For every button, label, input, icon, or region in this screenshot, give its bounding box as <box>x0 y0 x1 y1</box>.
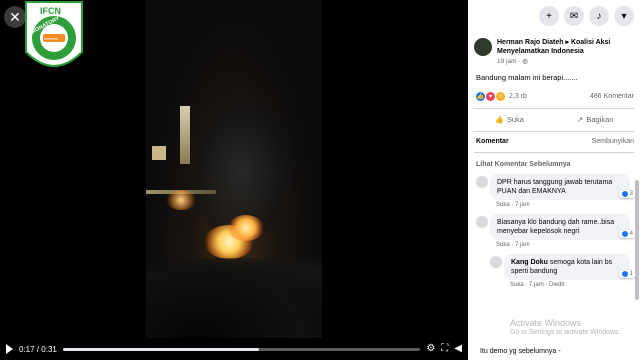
fullscreen-icon[interactable]: ⛶ <box>441 344 448 354</box>
share-label: Bagikan <box>586 115 614 124</box>
comments-header: Komentar Sembunyikan <box>468 132 640 145</box>
chevron-down-icon: ▾ <box>621 10 627 22</box>
ifcn-signatory-seal: IFCN SIGNATORY turnback <box>25 1 83 67</box>
messenger-icon: ✉ <box>569 10 579 22</box>
settings-icon[interactable]: ⚙ <box>426 344 435 354</box>
post-actions: 👍 Suka ↗ Bagikan <box>468 109 640 124</box>
comment-like-link[interactable]: Suka <box>510 282 524 288</box>
duration: 0:31 <box>41 344 57 354</box>
love-reaction-icon: ♥ <box>486 92 495 101</box>
svg-text:IFCN: IFCN <box>40 6 61 16</box>
arrow-icon: ▸ <box>565 39 569 46</box>
video-area[interactable]: ✕ IFCN SIGNATORY turnback 0:17 / 0:31 ⚙ … <box>0 0 468 360</box>
tree-silhouettes <box>146 258 322 338</box>
like-reaction-icon <box>621 231 628 237</box>
messenger-button[interactable]: ✉ <box>564 6 584 26</box>
author-avatar[interactable] <box>474 38 492 56</box>
top-bar: + ✉ ♪ ▾ <box>468 0 640 32</box>
activate-windows-title: Activate Windows <box>510 318 582 328</box>
fire-glow <box>166 190 196 210</box>
current-time: 0:17 <box>19 344 35 354</box>
comment-actions: Suka · 7 jam · Diedit <box>510 282 565 288</box>
comment-text: Biasanya klo bandung dah rame..bisa meny… <box>497 219 615 235</box>
comment-count[interactable]: 486 Komentar <box>590 93 634 100</box>
comment-bubble: DPR harus tanggung jawab terutama PUAN d… <box>490 174 630 200</box>
like-label: Suka <box>506 115 524 124</box>
last-comment-preview: Itu demo yg sebelumnya - <box>480 348 561 355</box>
comments-title: Komentar <box>476 138 509 145</box>
post-meta: 19 jam · ◍ <box>497 58 528 65</box>
progress-fill <box>62 347 259 351</box>
comment-bubble: Biasanya klo bandung dah rame..bisa meny… <box>490 214 630 240</box>
plus-icon: + <box>546 10 552 22</box>
author-line: Herman Rajo Diateh ▸ Koalisi Aksi Menyel… <box>497 38 634 56</box>
create-button[interactable]: + <box>539 6 559 26</box>
hide-comments-link[interactable]: Sembunyikan <box>592 138 634 145</box>
comment: Kang Doku semoga kota lain bs sperti ban… <box>490 254 636 288</box>
wow-reaction-icon: ☺ <box>496 92 505 101</box>
author-name[interactable]: Herman Rajo Diateh <box>497 39 564 46</box>
comment-edited-label: Diedit <box>549 282 565 288</box>
fire-glow <box>228 215 264 241</box>
time-separator: / <box>36 344 40 354</box>
comment-like-link[interactable]: Suka <box>496 202 510 208</box>
comment-actions: Suka · 7 jam <box>496 242 530 248</box>
comments-scrollbar[interactable] <box>635 180 639 300</box>
comment-time[interactable]: 7 jam <box>529 282 544 288</box>
reaction-count: 2,3 rb <box>509 93 527 100</box>
comment: DPR harus tanggung jawab terutama PUAN d… <box>476 174 636 208</box>
comment-time[interactable]: 7 jam <box>515 202 530 208</box>
comment: Biasanya klo bandung dah rame..bisa meny… <box>476 214 636 248</box>
account-menu-button[interactable]: ▾ <box>614 6 634 26</box>
post-panel: + ✉ ♪ ▾ Herman Rajo Diateh ▸ Koalisi Aks… <box>468 0 640 360</box>
close-icon: ✕ <box>9 8 21 25</box>
tower-building <box>180 106 190 164</box>
volume-icon[interactable]: ◀ <box>454 344 462 354</box>
comment-actions: Suka · 7 jam <box>496 202 530 208</box>
share-icon: ↗ <box>577 115 584 124</box>
like-reaction-icon <box>621 271 628 277</box>
notifications-button[interactable]: ♪ <box>589 6 609 26</box>
post-header: Herman Rajo Diateh ▸ Koalisi Aksi Menyel… <box>468 32 640 65</box>
commenter-avatar[interactable] <box>490 256 502 268</box>
see-previous-comments-link[interactable]: Lihat Komentar Sebelumnya <box>468 153 640 168</box>
like-button[interactable]: 👍 Suka <box>495 115 524 124</box>
post-time[interactable]: 19 jam <box>497 58 517 65</box>
thumbs-up-icon: 👍 <box>494 115 504 124</box>
building <box>152 146 166 160</box>
globe-icon: ◍ <box>522 58 528 65</box>
comment-text: DPR harus tanggung jawab terutama PUAN d… <box>497 179 613 195</box>
like-reaction-icon: 👍 <box>476 92 485 101</box>
video-controls: 0:17 / 0:31 ⚙ ⛶ ◀ <box>0 338 468 360</box>
video-frame[interactable] <box>146 0 322 338</box>
comment-reactions[interactable]: 3 <box>618 190 636 198</box>
post-stats: 👍 ♥ ☺ 2,3 rb 486 Komentar <box>468 82 640 101</box>
comment-time[interactable]: 7 jam <box>515 242 530 248</box>
progress-bar[interactable] <box>62 347 421 351</box>
play-icon[interactable] <box>6 344 13 354</box>
facebook-video-viewer: ✕ IFCN SIGNATORY turnback 0:17 / 0:31 ⚙ … <box>0 0 640 360</box>
comment-bubble: Kang Doku semoga kota lain bs sperti ban… <box>504 254 630 280</box>
commenter-name[interactable]: Kang Doku <box>511 259 548 266</box>
comment-reactions[interactable]: 1 <box>618 270 636 278</box>
share-button[interactable]: ↗ Bagikan <box>577 115 613 124</box>
post-text: Bandung malam ini berapi....... <box>476 73 578 82</box>
comment-reactions[interactable]: 4 <box>618 230 636 238</box>
commenter-avatar[interactable] <box>476 216 488 228</box>
comment-like-link[interactable]: Suka <box>496 242 510 248</box>
commenter-avatar[interactable] <box>476 176 488 188</box>
svg-text:turnback: turnback <box>44 37 58 41</box>
time-display: 0:17 / 0:31 <box>19 345 57 354</box>
reactions-summary[interactable]: 👍 ♥ ☺ 2,3 rb <box>476 92 527 101</box>
like-reaction-icon <box>621 191 628 197</box>
activate-windows-subtitle: Go to Settings to activate Windows. <box>510 329 621 336</box>
bell-icon: ♪ <box>596 10 602 22</box>
